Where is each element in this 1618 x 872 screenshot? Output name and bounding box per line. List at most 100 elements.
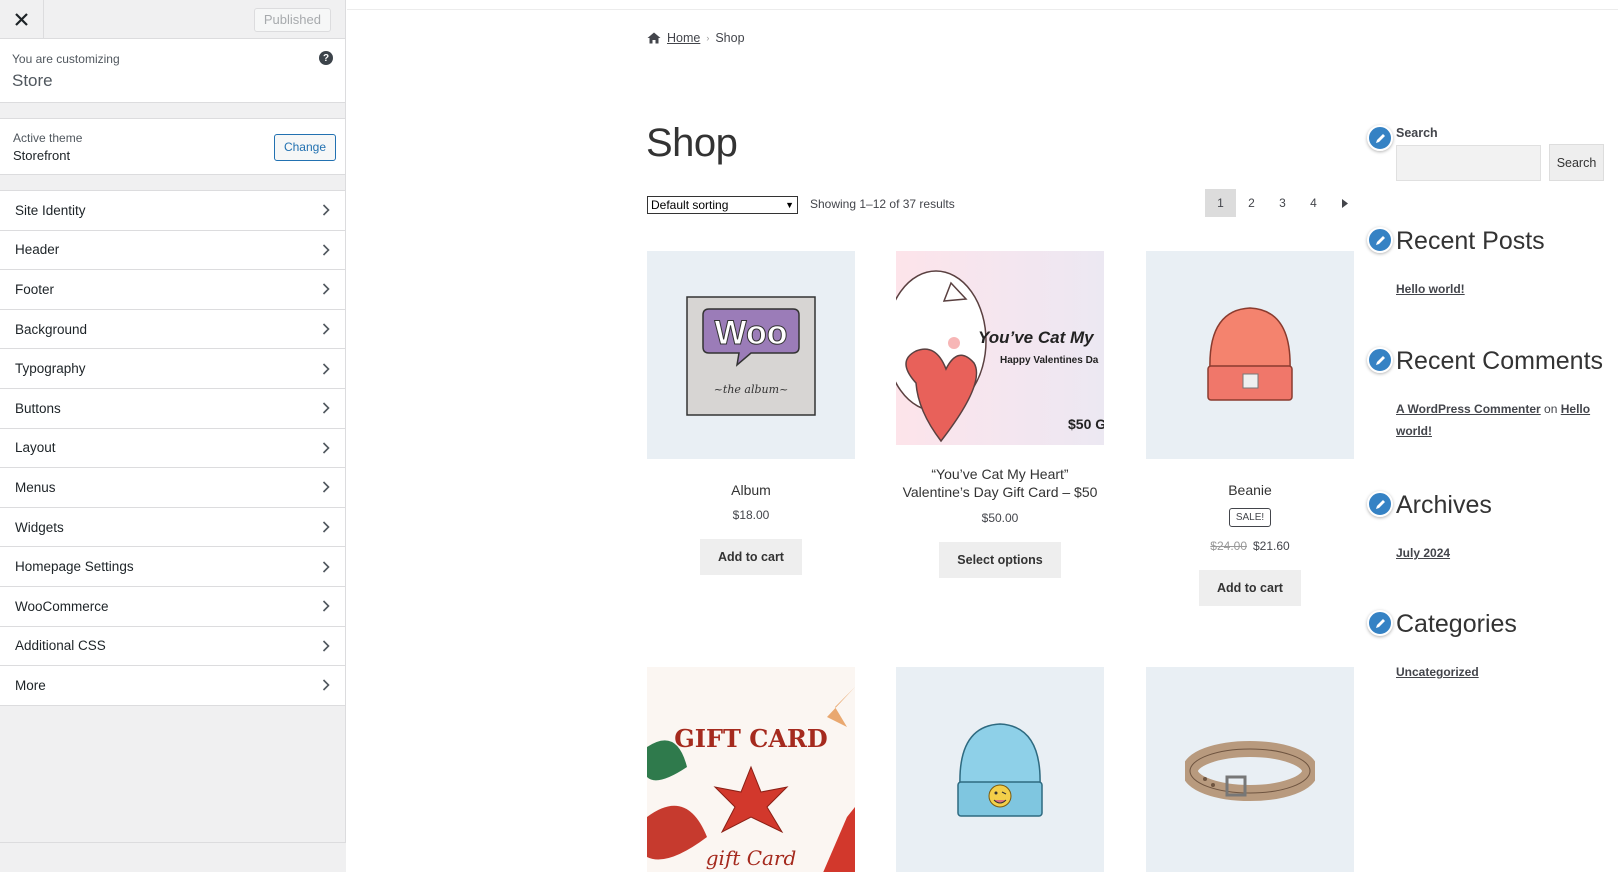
caret-right-icon: [1341, 198, 1348, 208]
panel-label: Buttons: [15, 400, 61, 416]
published-button[interactable]: Published: [253, 8, 331, 32]
panel-label: Header: [15, 242, 60, 258]
edit-widget-shortcut[interactable]: [1367, 227, 1393, 253]
panel-label: Homepage Settings: [15, 559, 134, 575]
panel-more[interactable]: More: [0, 666, 345, 706]
panel-woocommerce[interactable]: WooCommerce: [0, 586, 345, 627]
gift-card-art: GIFT CARD gift Card: [647, 687, 855, 872]
chevron-right-icon: [322, 204, 330, 216]
customizer-header: Published: [0, 0, 345, 39]
sorting-value: Default sorting: [651, 198, 729, 212]
panel-menus[interactable]: Menus: [0, 468, 345, 508]
panel-layout[interactable]: Layout: [0, 428, 345, 469]
panel-site-identity[interactable]: Site Identity: [0, 191, 345, 231]
album-art: Woo ~the album~: [686, 296, 816, 416]
product-name[interactable]: Beanie: [1146, 481, 1354, 499]
product-image-gift-card[interactable]: GIFT CARD gift Card: [647, 667, 855, 872]
panel-label: Additional CSS: [15, 638, 106, 654]
edit-widget-shortcut[interactable]: [1367, 610, 1393, 636]
home-icon: [647, 32, 661, 44]
product-image-beanie[interactable]: [1146, 251, 1354, 459]
page-3[interactable]: 3: [1267, 189, 1298, 217]
panel-footer[interactable]: Footer: [0, 270, 345, 310]
product-image-album[interactable]: Woo ~the album~: [647, 251, 855, 459]
breadcrumb-home-link[interactable]: Home: [667, 31, 700, 45]
panel-typography[interactable]: Typography: [0, 349, 345, 389]
help-icon[interactable]: ?: [319, 51, 333, 65]
page-2[interactable]: 2: [1236, 189, 1267, 217]
sorting-select[interactable]: Default sorting ▼: [647, 196, 798, 214]
panel-widgets[interactable]: Widgets: [0, 507, 345, 548]
breadcrumb-separator: ›: [706, 33, 710, 43]
panel-header[interactable]: Header: [0, 230, 345, 271]
product-image-valentine[interactable]: You’ve Cat My Happy Valentines Da $50 G: [896, 251, 1104, 445]
panel-additional-css[interactable]: Additional CSS: [0, 626, 345, 667]
gift-card-sub: gift Card: [706, 846, 797, 870]
product-card: Woo ~the album~ Album $18.00 Add to cart: [647, 251, 855, 575]
edit-widget-shortcut[interactable]: [1367, 125, 1393, 151]
panel-buttons[interactable]: Buttons: [0, 388, 345, 429]
active-theme-section: Active theme Storefront Change: [0, 118, 345, 175]
product-price: $24.00 $21.60: [1146, 539, 1354, 553]
search-button[interactable]: Search: [1549, 144, 1604, 181]
breadcrumb-current: Shop: [715, 31, 745, 45]
edit-widget-shortcut[interactable]: [1367, 491, 1393, 517]
select-options-button[interactable]: Select options: [939, 542, 1061, 578]
page-title: Shop: [646, 121, 738, 165]
next-page-button[interactable]: [1329, 189, 1360, 217]
panel-label: Background: [15, 321, 88, 337]
close-customizer-button[interactable]: [0, 0, 44, 38]
album-logo-text: Woo: [714, 314, 787, 352]
add-to-cart-button[interactable]: Add to cart: [1199, 570, 1301, 606]
panel-background[interactable]: Background: [0, 309, 345, 350]
add-to-cart-button[interactable]: Add to cart: [700, 539, 802, 575]
customizer-sidebar: Published You are customizing Store ? Ac…: [0, 0, 346, 872]
archive-link[interactable]: July 2024: [1396, 546, 1450, 560]
site-preview: Home › Shop Shop Default sorting ▼ Showi…: [347, 0, 1618, 872]
card-sub-text: Happy Valentines Da: [1000, 355, 1099, 366]
edit-widget-shortcut[interactable]: [1367, 347, 1393, 373]
search-input[interactable]: [1396, 145, 1541, 181]
panel-label: Footer: [15, 281, 55, 297]
breadcrumb: Home › Shop: [647, 31, 745, 45]
chevron-right-icon: [322, 521, 330, 533]
change-theme-button[interactable]: Change: [273, 134, 336, 161]
pagination: 1 2 3 4: [1205, 189, 1360, 217]
product-name[interactable]: “You’ve Cat My Heart” Valentine’s Day Gi…: [896, 465, 1104, 501]
customizing-info: You are customizing Store ?: [0, 39, 345, 103]
pencil-icon: [1375, 133, 1385, 143]
panel-label: Site Identity: [15, 202, 86, 218]
chevron-right-icon: [322, 323, 330, 335]
old-price: $24.00: [1210, 539, 1247, 553]
result-count: Showing 1–12 of 37 results: [810, 197, 955, 211]
chevron-right-icon: [322, 600, 330, 612]
page-1: 1: [1205, 189, 1236, 217]
product-price: $18.00: [732, 508, 770, 522]
panel-list: Site Identity Header Footer Background T…: [0, 190, 345, 706]
chevron-right-icon: [322, 363, 330, 375]
product-card: [1146, 667, 1354, 872]
blue-beanie-art: [957, 723, 1043, 817]
chevron-right-icon: [322, 244, 330, 256]
recent-posts-title: Recent Posts: [1396, 227, 1545, 255]
product-name[interactable]: Album: [647, 481, 855, 499]
panel-label: Typography: [15, 361, 86, 377]
close-icon: [15, 12, 28, 26]
customizing-value: Store: [12, 71, 53, 90]
chevron-down-icon: ▼: [785, 200, 794, 210]
category-link[interactable]: Uncategorized: [1396, 665, 1479, 679]
recent-post-link[interactable]: Hello world!: [1396, 282, 1465, 296]
product-card: You’ve Cat My Happy Valentines Da $50 G …: [896, 251, 1104, 578]
product-image-belt[interactable]: [1146, 667, 1354, 872]
panel-homepage-settings[interactable]: Homepage Settings: [0, 547, 345, 587]
comment-on-text: on: [1544, 402, 1558, 416]
recent-comments-title: Recent Comments: [1396, 347, 1604, 375]
search-widget-label: Search: [1396, 126, 1438, 140]
page-4[interactable]: 4: [1298, 189, 1329, 217]
card-price-text: $50 G: [1068, 416, 1104, 432]
commenter-link[interactable]: A WordPress Commenter: [1396, 402, 1541, 416]
chevron-right-icon: [322, 640, 330, 652]
gift-card-title: GIFT CARD: [674, 724, 827, 753]
product-image-beanie-with-logo[interactable]: [896, 667, 1104, 872]
card-title-text: You’ve Cat My: [978, 328, 1095, 347]
